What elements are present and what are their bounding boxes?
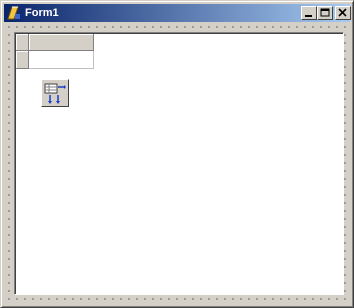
minimize-icon bbox=[305, 15, 312, 17]
table-arrows-icon bbox=[44, 83, 66, 104]
form-client-area[interactable] bbox=[5, 23, 351, 305]
string-grid[interactable] bbox=[16, 34, 94, 69]
grid-data-cell[interactable] bbox=[29, 51, 94, 69]
non-visual-component[interactable] bbox=[41, 79, 69, 107]
maximize-icon bbox=[320, 8, 330, 17]
close-button[interactable] bbox=[335, 6, 351, 20]
white-panel[interactable] bbox=[14, 32, 344, 295]
title-bar[interactable]: Form1 bbox=[4, 4, 351, 22]
window-title: Form1 bbox=[25, 7, 59, 19]
delphi-app-icon bbox=[7, 6, 20, 20]
grid-column-header[interactable] bbox=[29, 34, 94, 51]
form-window: Form1 bbox=[0, 0, 354, 308]
maximize-button[interactable] bbox=[317, 6, 333, 20]
grid-row-header[interactable] bbox=[16, 51, 29, 69]
minimize-button[interactable] bbox=[301, 6, 317, 20]
close-icon bbox=[338, 8, 347, 17]
grid-corner-cell bbox=[16, 34, 29, 51]
